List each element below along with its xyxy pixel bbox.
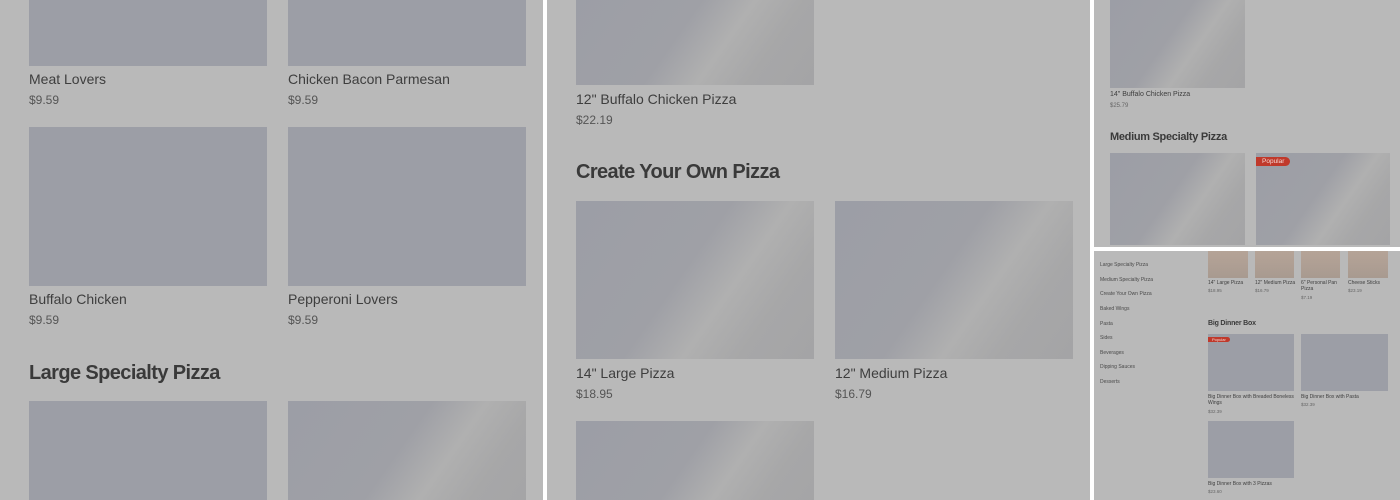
menu-panel-create-your-own: 12" Buffalo Chicken Pizza $22.19 Create …	[547, 0, 1090, 500]
menu-item-image	[1348, 251, 1388, 278]
menu-item-image	[835, 201, 1073, 359]
menu-item-name: 14" Large Pizza	[1208, 280, 1244, 286]
menu-item-price: $7.19	[1301, 295, 1313, 300]
menu-item-name: 14" Buffalo Chicken Pizza	[1110, 91, 1191, 98]
menu-item-price: $16.79	[835, 387, 872, 401]
menu-item-price: $23.19	[1348, 288, 1362, 293]
sidebar-item[interactable]: Beverages	[1100, 350, 1124, 356]
menu-item-price: $9.59	[288, 313, 319, 327]
menu-item-price: $32.39	[1208, 409, 1222, 414]
menu-item-price: $23.60	[1208, 489, 1222, 494]
menu-item-name: 6" Personal Pan Pizza	[1301, 280, 1337, 292]
menu-item-image	[1208, 334, 1294, 391]
menu-item-price: $16.79	[1255, 288, 1269, 293]
menu-item-image	[1301, 251, 1340, 278]
sidebar-item[interactable]: Baked Wings	[1100, 306, 1129, 312]
menu-item-name: Big Dinner Box with Breaded Boneless Win…	[1208, 394, 1294, 406]
menu-item-image	[288, 127, 526, 286]
sidebar-item[interactable]: Sides	[1100, 335, 1113, 341]
menu-item-name: 12" Medium Pizza	[835, 365, 948, 381]
menu-item-name: Meat Lovers	[29, 71, 107, 87]
menu-item-price: $9.59	[288, 93, 319, 107]
menu-item-image	[1256, 153, 1390, 245]
sidebar-item[interactable]: Medium Specialty Pizza	[1100, 277, 1153, 283]
menu-item-image	[1110, 0, 1245, 88]
menu-item-image	[288, 401, 526, 500]
menu-item-price: $25.79	[1110, 103, 1129, 109]
menu-item-image	[1208, 251, 1248, 278]
sidebar-item[interactable]: Pasta	[1100, 321, 1113, 327]
sidebar-item[interactable]: Create Your Own Pizza	[1100, 291, 1152, 297]
menu-item-name: Cheese Sticks	[1348, 280, 1380, 286]
menu-item-image	[29, 0, 267, 66]
menu-item-image	[576, 201, 814, 359]
sidebar-item[interactable]: Dipping Sauces	[1100, 364, 1135, 370]
menu-item-image	[576, 0, 814, 85]
menu-item-price: $32.39	[1301, 402, 1315, 407]
menu-item-price: $18.95	[576, 387, 613, 401]
menu-item-price: $9.59	[29, 93, 60, 107]
popular-badge: Popular	[1256, 157, 1291, 166]
menu-panel-specialty: Meat Lovers $9.59 Chicken Bacon Parmesan…	[0, 0, 543, 500]
sidebar-item[interactable]: Large Specialty Pizza	[1100, 262, 1148, 268]
menu-item-name: Big Dinner Box with 3 Pizzas	[1208, 481, 1272, 487]
section-heading: Big Dinner Box	[1208, 320, 1256, 327]
menu-item-name: Buffalo Chicken	[29, 291, 127, 307]
menu-item-image	[1208, 421, 1294, 478]
menu-item-image	[288, 0, 526, 66]
menu-item-name: Pepperoni Lovers	[288, 291, 398, 307]
menu-item-price: $18.95	[1208, 288, 1222, 293]
menu-item-name: Chicken Bacon Parmesan	[288, 71, 450, 87]
menu-item-image	[29, 401, 267, 500]
menu-panel-medium-specialty: 14" Buffalo Chicken Pizza $25.79 Medium …	[1094, 0, 1400, 247]
menu-item-price: $22.19	[576, 113, 613, 127]
section-heading: Create Your Own Pizza	[576, 161, 780, 183]
menu-item-price: $9.59	[29, 313, 60, 327]
menu-item-image	[1301, 334, 1388, 391]
section-heading: Medium Specialty Pizza	[1110, 131, 1227, 143]
menu-item-image	[29, 127, 267, 286]
section-heading: Large Specialty Pizza	[29, 362, 220, 384]
menu-item-name: 12" Medium Pizza	[1255, 280, 1296, 286]
popular-badge: Popular	[1208, 337, 1230, 342]
menu-item-name: 14" Large Pizza	[576, 365, 675, 381]
menu-item-image	[576, 421, 814, 500]
menu-item-image	[1255, 251, 1294, 278]
menu-item-image	[1110, 153, 1245, 245]
sidebar-item[interactable]: Desserts	[1100, 379, 1120, 385]
menu-item-name: 12" Buffalo Chicken Pizza	[576, 91, 737, 107]
menu-panel-dinner-box: Large Specialty Pizza Medium Specialty P…	[1094, 251, 1400, 500]
menu-item-name: Big Dinner Box with Pasta	[1301, 394, 1359, 400]
